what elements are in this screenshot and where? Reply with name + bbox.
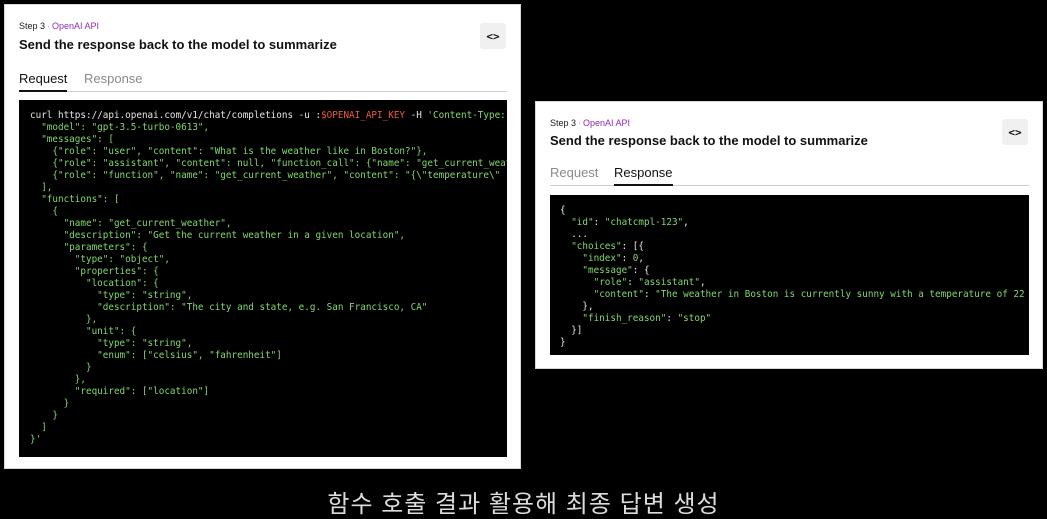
step-separator: · [578,118,582,128]
code-line: "location": { [30,278,159,289]
card-title: Send the response back to the model to s… [19,37,337,52]
code-line: "finish_reason": "stop" [582,313,712,324]
code-line: "model": "gpt-3.5-turbo-0613", [30,122,210,133]
code-line: { [560,205,566,216]
code-line: "index": 0, [582,253,644,264]
code-line: ... [560,229,588,240]
card-title: Send the response back to the model to s… [550,133,868,148]
code-line: "enum": ["celsius", "fahrenheit"] [30,350,282,361]
code-line: "messages": [ [30,134,114,145]
code-line: }, [30,314,98,325]
video-caption: 함수 호출 결과 활용해 최종 답변 생성 [327,491,720,518]
request-card: Step 3 · OpenAI API Send the response back… [4,4,521,469]
step-label: Step 3 [19,21,46,31]
request-code-block[interactable]: curl https://api.openai.com/v1/chat/comp… [19,100,507,457]
code-line: } [560,337,566,348]
code-line: ], [30,182,53,193]
api-label: OpenAI API [52,21,100,31]
code-line: "description": "The city and state, e.g.… [30,302,428,313]
code-line: } [30,398,70,409]
response-card: Step 3 · OpenAI API Send the response back… [535,101,1043,369]
code-line: ] [30,422,47,433]
code-line: "choices": [{ [571,241,644,252]
code-line: {"role": "assistant", "content": null, "… [30,158,507,169]
code-line: "role": "assistant", [593,277,706,288]
response-code-block[interactable]: { "id": "chatcmpl-123", ... "choices": [… [550,195,1029,355]
code-line: "properties": { [30,266,159,277]
tab-bar: Request Response [550,165,1029,186]
code-line: }' [30,434,42,445]
api-label: OpenAI API [583,118,631,128]
tab-response[interactable]: Response [614,165,673,186]
code-line: "name": "get_current_weather", [30,218,232,229]
code-line: }, [30,374,86,385]
code-icon: <> [1008,125,1022,139]
tab-request[interactable]: Request [550,165,598,186]
code-line: "unit": { [30,326,137,337]
tab-response[interactable]: Response [84,71,143,92]
code-line: "functions": [ [30,194,120,205]
code-line: } [30,410,58,421]
step-separator: · [47,21,51,31]
tab-request[interactable]: Request [19,71,68,92]
code-line: "message": { [582,265,650,276]
code-line: "required": ["location"] [30,386,210,397]
code-line: { [30,206,58,217]
code-line: "type": "string", [30,290,193,301]
code-line: }, [560,301,594,312]
code-line: curl https://api.openai.com/v1/chat/comp… [30,110,506,121]
code-toggle-button[interactable]: <> [1002,119,1028,145]
code-line: {"role": "user", "content": "What is the… [30,146,428,157]
step-indicator: Step 3 · OpenAI API [19,21,99,31]
code-line: "type": "string", [30,338,193,349]
tab-bar: Request Response [19,71,507,92]
code-line: }] [560,325,583,336]
step-indicator: Step 3 · OpenAI API [550,118,630,128]
code-line: "parameters": { [30,242,148,253]
code-line: } [30,362,92,373]
code-line: "type": "object", [30,254,170,265]
code-line: "content": "The weather in Boston is cur… [593,289,1025,300]
code-line: {"role": "function", "name": "get_curren… [30,170,501,181]
step-label: Step 3 [550,118,577,128]
code-icon: <> [486,29,500,43]
code-line: "description": "Get the current weather … [30,230,406,241]
code-toggle-button[interactable]: <> [480,23,506,49]
code-line: "id": "chatcmpl-123", [571,217,689,228]
